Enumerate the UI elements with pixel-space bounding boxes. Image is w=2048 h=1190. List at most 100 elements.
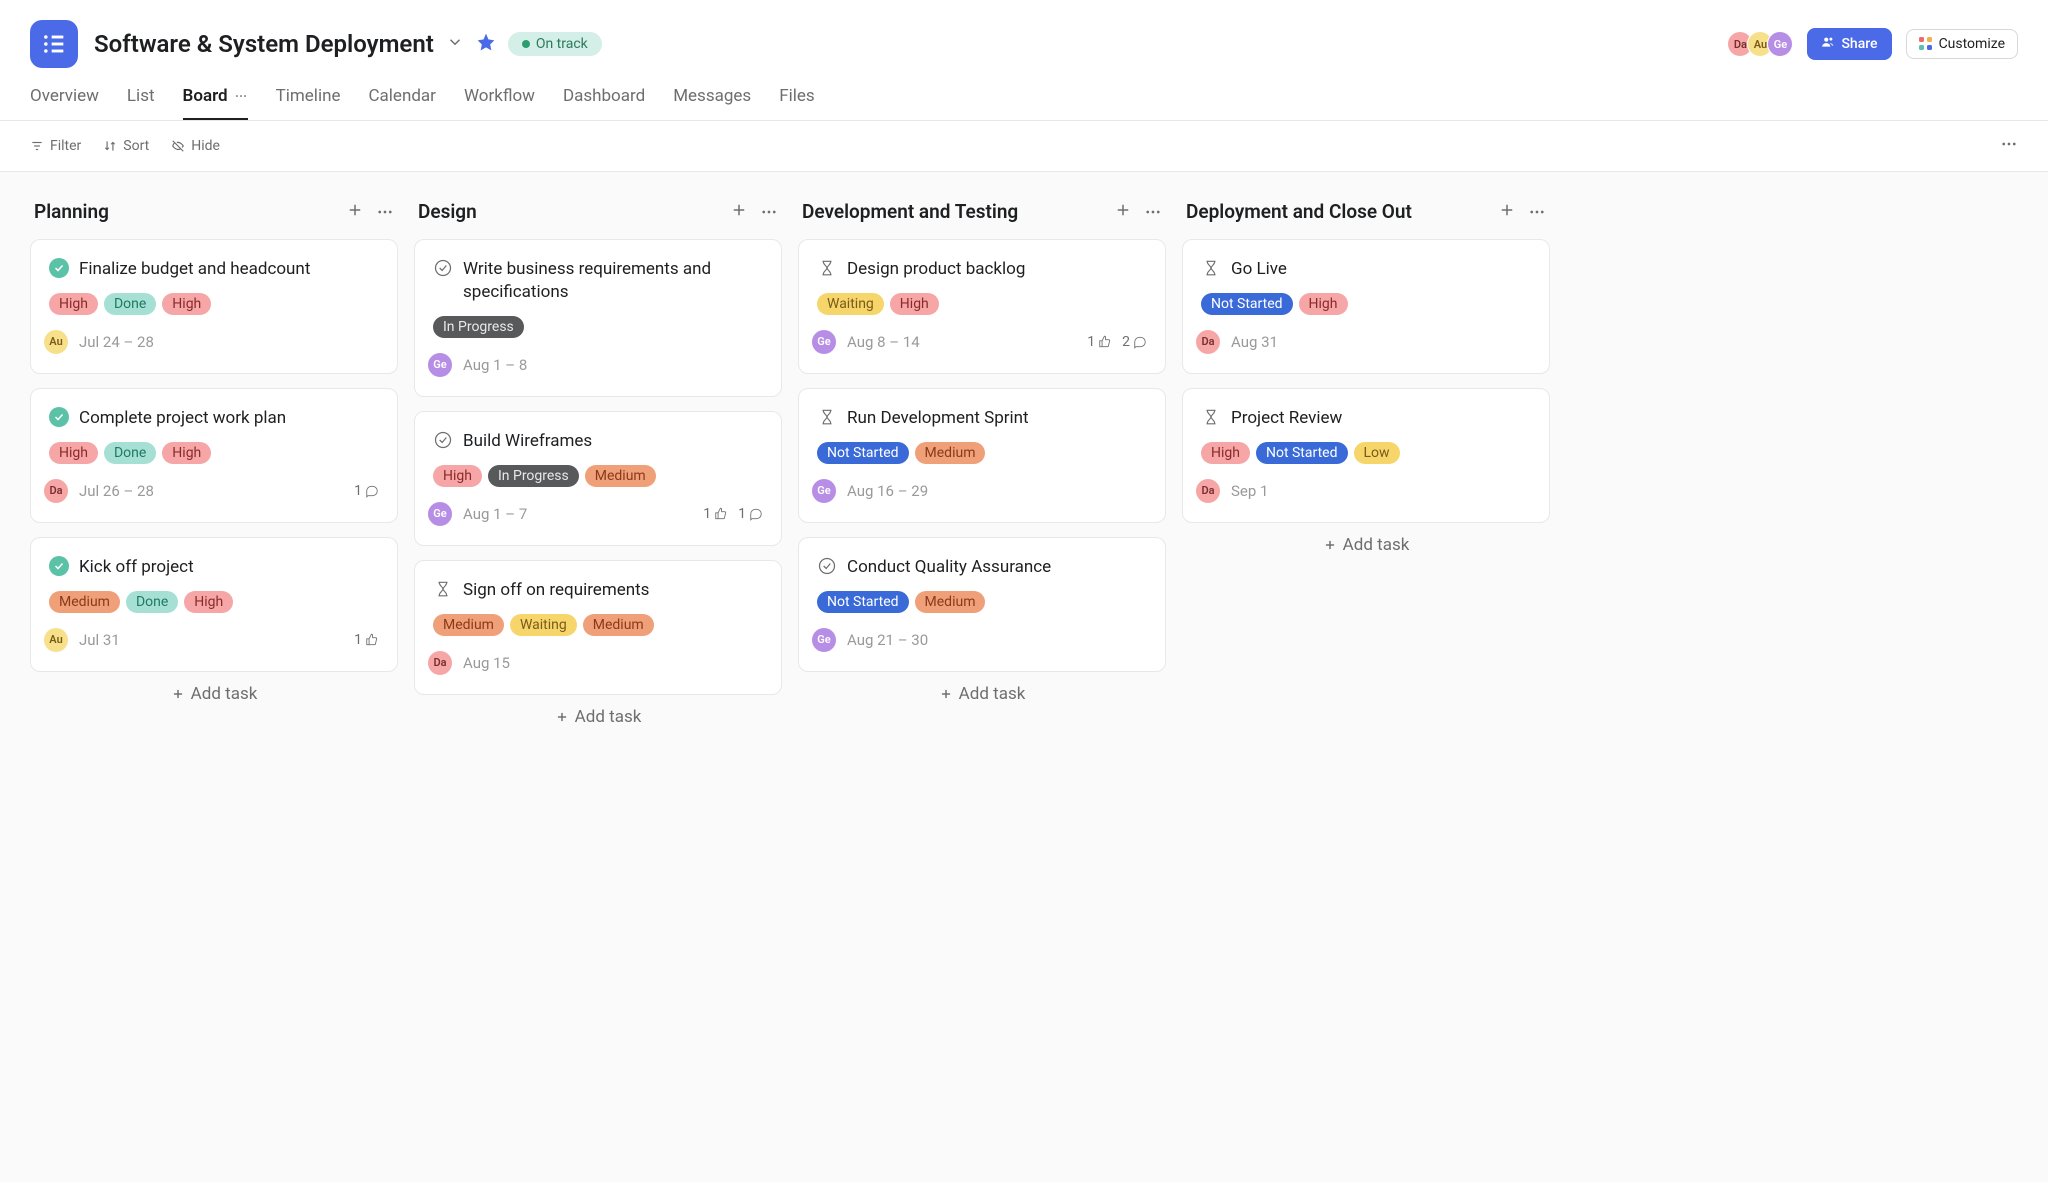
task-card[interactable]: Complete project work planHighDoneHighDa…	[30, 388, 398, 523]
tag[interactable]: Not Started	[817, 442, 909, 464]
more-icon[interactable]	[2000, 135, 2018, 157]
tag[interactable]: Medium	[433, 614, 504, 636]
assignee-avatar[interactable]: Ge	[427, 352, 453, 378]
check-open-icon[interactable]	[433, 258, 453, 278]
task-card[interactable]: Project ReviewHighNot StartedLowDaSep 1	[1182, 388, 1550, 523]
task-card[interactable]: Design product backlogWaitingHighGeAug 8…	[798, 239, 1166, 374]
member-avatars[interactable]: DaAuGe	[1727, 31, 1793, 57]
column-more-icon[interactable]	[760, 203, 778, 221]
like-counter[interactable]: 1	[1087, 334, 1112, 350]
tag[interactable]: Medium	[915, 442, 986, 464]
column-title[interactable]: Deployment and Close Out	[1186, 200, 1412, 223]
tag[interactable]: High	[1201, 442, 1250, 464]
tag[interactable]: Medium	[583, 614, 654, 636]
task-card[interactable]: Write business requirements and specific…	[414, 239, 782, 397]
comment-counter[interactable]: 2	[1122, 334, 1147, 350]
assignee-avatar[interactable]: Ge	[427, 501, 453, 527]
tab-timeline[interactable]: Timeline	[276, 86, 341, 120]
add-task-button[interactable]: Add task	[414, 695, 782, 739]
tab-more-icon[interactable]	[234, 89, 248, 103]
add-task-button[interactable]: Add task	[30, 672, 398, 716]
column-title[interactable]: Planning	[34, 200, 109, 223]
assignee-avatar[interactable]: Ge	[811, 478, 837, 504]
task-card[interactable]: Conduct Quality AssuranceNot StartedMedi…	[798, 537, 1166, 672]
column-more-icon[interactable]	[376, 203, 394, 221]
tab-messages[interactable]: Messages	[673, 86, 751, 120]
tag[interactable]: Low	[1354, 442, 1400, 464]
tag[interactable]: Not Started	[1256, 442, 1348, 464]
task-card[interactable]: Run Development SprintNot StartedMediumG…	[798, 388, 1166, 523]
tag[interactable]: High	[184, 591, 233, 613]
tag[interactable]: In Progress	[488, 465, 579, 487]
task-card[interactable]: Kick off projectMediumDoneHighAuJul 311	[30, 537, 398, 672]
comment-counter[interactable]: 1	[738, 506, 763, 522]
tag[interactable]: High	[162, 293, 211, 315]
assignee-avatar[interactable]: Da	[43, 478, 69, 504]
add-task-button[interactable]: Add task	[1182, 523, 1550, 567]
comment-counter[interactable]: 1	[354, 483, 379, 499]
project-title[interactable]: Software & System Deployment	[94, 30, 434, 58]
tag[interactable]: Done	[104, 293, 156, 315]
filter-button[interactable]: Filter	[30, 138, 81, 154]
tab-files[interactable]: Files	[779, 86, 814, 120]
share-button[interactable]: Share	[1807, 28, 1891, 60]
add-card-icon[interactable]	[346, 201, 364, 223]
tag[interactable]: High	[890, 293, 939, 315]
like-counter[interactable]: 1	[354, 632, 379, 648]
column-title[interactable]: Design	[418, 200, 477, 223]
assignee-avatar[interactable]: Da	[427, 650, 453, 676]
tag[interactable]: High	[162, 442, 211, 464]
add-card-icon[interactable]	[1114, 201, 1132, 223]
tag[interactable]: High	[1299, 293, 1348, 315]
customize-button[interactable]: Customize	[1906, 29, 2018, 59]
add-task-button[interactable]: Add task	[798, 672, 1166, 716]
assignee-avatar[interactable]: Ge	[811, 329, 837, 355]
add-card-icon[interactable]	[730, 201, 748, 223]
chevron-down-icon[interactable]	[446, 33, 464, 55]
task-card[interactable]: Go LiveNot StartedHighDaAug 31	[1182, 239, 1550, 374]
check-done-icon[interactable]	[49, 556, 69, 576]
tag[interactable]: Waiting	[510, 614, 577, 636]
tab-overview[interactable]: Overview	[30, 86, 99, 120]
like-counter[interactable]: 1	[703, 506, 728, 522]
tab-board[interactable]: Board	[183, 86, 248, 120]
tag[interactable]: Medium	[915, 591, 986, 613]
status-badge[interactable]: On track	[508, 32, 602, 56]
avatar[interactable]: Ge	[1767, 31, 1793, 57]
project-icon[interactable]	[30, 20, 78, 68]
tab-dashboard[interactable]: Dashboard	[563, 86, 645, 120]
assignee-avatar[interactable]: Da	[1195, 478, 1221, 504]
star-icon[interactable]	[476, 32, 496, 56]
tag[interactable]: Done	[104, 442, 156, 464]
column-more-icon[interactable]	[1144, 203, 1162, 221]
tag[interactable]: In Progress	[433, 316, 524, 338]
tag[interactable]: Not Started	[1201, 293, 1293, 315]
tag[interactable]: High	[49, 442, 98, 464]
task-card[interactable]: Sign off on requirementsMediumWaitingMed…	[414, 560, 782, 695]
tag[interactable]: High	[49, 293, 98, 315]
assignee-avatar[interactable]: Da	[1195, 329, 1221, 355]
column-title[interactable]: Development and Testing	[802, 200, 1018, 223]
tag[interactable]: High	[433, 465, 482, 487]
tag[interactable]: Done	[126, 591, 178, 613]
tag[interactable]: Medium	[49, 591, 120, 613]
tab-list[interactable]: List	[127, 86, 155, 120]
check-done-icon[interactable]	[49, 258, 69, 278]
add-card-icon[interactable]	[1498, 201, 1516, 223]
task-card[interactable]: Finalize budget and headcountHighDoneHig…	[30, 239, 398, 374]
sort-button[interactable]: Sort	[103, 138, 149, 154]
assignee-avatar[interactable]: Au	[43, 329, 69, 355]
tag[interactable]: Not Started	[817, 591, 909, 613]
tab-workflow[interactable]: Workflow	[464, 86, 535, 120]
check-open-icon[interactable]	[817, 556, 837, 576]
tag[interactable]: Medium	[585, 465, 656, 487]
task-card[interactable]: Build WireframesHighIn ProgressMediumGeA…	[414, 411, 782, 546]
assignee-avatar[interactable]: Ge	[811, 627, 837, 653]
assignee-avatar[interactable]: Au	[43, 627, 69, 653]
check-done-icon[interactable]	[49, 407, 69, 427]
hide-button[interactable]: Hide	[171, 138, 220, 154]
column-more-icon[interactable]	[1528, 203, 1546, 221]
tab-calendar[interactable]: Calendar	[368, 86, 435, 120]
tag[interactable]: Waiting	[817, 293, 884, 315]
check-open-icon[interactable]	[433, 430, 453, 450]
